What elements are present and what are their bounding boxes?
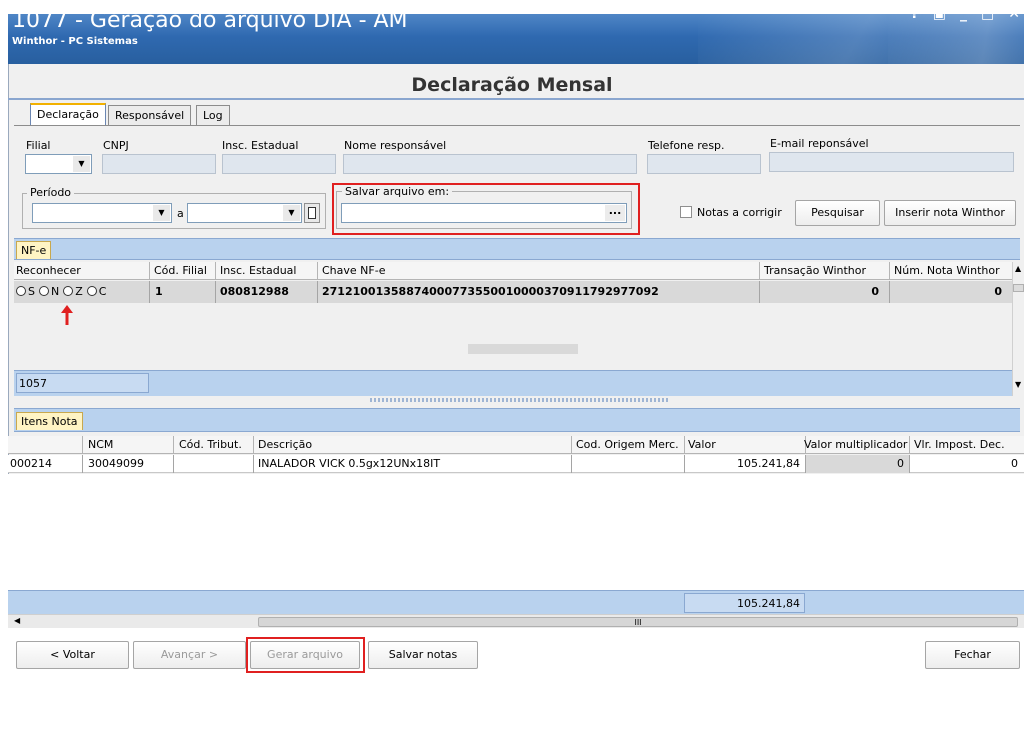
- tab-baseline: [14, 125, 1020, 126]
- table-row[interactable]: 000214 30049099 INALADOR VICK 0.5gx12UNx…: [8, 455, 1024, 473]
- email-field[interactable]: [769, 152, 1014, 172]
- restore-icon[interactable]: ▣: [933, 6, 946, 22]
- close-icon[interactable]: ✕: [1008, 6, 1020, 22]
- col-transacao[interactable]: Transação Winthor: [764, 264, 866, 277]
- filial-select[interactable]: ▼: [25, 154, 92, 174]
- insc-estadual-field[interactable]: [222, 154, 336, 174]
- chevron-down-icon[interactable]: ▼: [73, 156, 90, 172]
- col-cod-origem[interactable]: Cod. Origem Merc.: [576, 438, 679, 451]
- inserir-nota-button[interactable]: Inserir nota Winthor: [884, 200, 1016, 226]
- form-title: Declaração Mensal: [411, 74, 613, 96]
- nfe-count: 1057: [16, 373, 149, 393]
- nfe-footer: 1057: [14, 370, 1012, 396]
- cell-multiplicador: 0: [897, 457, 904, 470]
- salvar-notas-button[interactable]: Salvar notas: [368, 641, 478, 669]
- cnpj-field[interactable]: [102, 154, 216, 174]
- cell-cod-filial: 1: [155, 285, 163, 298]
- cell-chave-nfe: 2712100135887400077355001000037091179297…: [322, 285, 659, 298]
- itens-grid-header: NCM Cód. Tribut. Descrição Cod. Origem M…: [8, 436, 1024, 454]
- cell-num-nota: 0: [994, 285, 1002, 298]
- periodo-fim-select[interactable]: ▼: [187, 203, 302, 223]
- email-label: E-mail reponsável: [770, 137, 869, 150]
- tab-log[interactable]: Log: [196, 105, 230, 125]
- chevron-down-icon[interactable]: ▼: [153, 205, 170, 221]
- help-icon[interactable]: ?: [911, 6, 919, 22]
- itens-total: 105.241,84: [684, 593, 805, 613]
- splitter-handle[interactable]: [370, 398, 670, 402]
- notas-corrigir-checkbox[interactable]: [680, 206, 692, 218]
- cell-descricao: INALADOR VICK 0.5gx12UNx18IT: [258, 457, 441, 470]
- avancar-button[interactable]: Avançar >: [133, 641, 246, 669]
- calendar-icon[interactable]: [304, 203, 320, 223]
- pesquisar-button[interactable]: Pesquisar: [795, 200, 880, 226]
- periodo-label: Período: [27, 186, 75, 199]
- voltar-button[interactable]: < Voltar: [16, 641, 129, 669]
- telefone-field[interactable]: [647, 154, 761, 174]
- fechar-button[interactable]: Fechar: [925, 641, 1020, 669]
- telefone-label: Telefone resp.: [648, 139, 725, 152]
- periodo-inicio-select[interactable]: ▼: [32, 203, 172, 223]
- col-descricao[interactable]: Descrição: [258, 438, 312, 451]
- radio-s[interactable]: [16, 286, 26, 296]
- arrow-up-icon: [61, 305, 73, 325]
- reconhecer-radios[interactable]: SNZC: [16, 285, 106, 298]
- scroll-thumb[interactable]: [1013, 284, 1024, 292]
- itens-hscroll[interactable]: ◀ III: [8, 614, 1024, 628]
- col-chave-nfe[interactable]: Chave NF-e: [322, 264, 385, 277]
- filial-label: Filial: [26, 139, 51, 152]
- nome-responsavel-label: Nome responsável: [344, 139, 447, 152]
- radio-n[interactable]: [38, 286, 49, 296]
- nfe-grid-header: Reconhecer Cód. Filial Insc. Estadual Ch…: [14, 262, 1012, 280]
- maximize-icon[interactable]: □: [981, 6, 994, 22]
- salvar-highlight: [332, 183, 640, 235]
- cnpj-label: CNPJ: [103, 139, 129, 152]
- cell-item-code: 000214: [10, 457, 52, 470]
- minimize-icon[interactable]: _: [960, 6, 967, 22]
- nfe-vscroll[interactable]: ▲ ▼: [1012, 262, 1024, 396]
- window-subtitle: Winthor - PC Sistemas: [12, 36, 138, 47]
- scroll-down-icon[interactable]: ▼: [1015, 380, 1021, 389]
- col-valor[interactable]: Valor: [688, 438, 716, 451]
- gerar-arquivo-highlight: [246, 637, 365, 673]
- nome-responsavel-field[interactable]: [343, 154, 637, 174]
- cell-ncm: 30049099: [88, 457, 144, 470]
- cell-impost: 0: [1011, 457, 1018, 470]
- periodo-separator: a: [177, 207, 184, 220]
- tab-declaracao[interactable]: Declaração: [30, 103, 106, 125]
- tab-responsavel[interactable]: Responsável: [108, 105, 192, 125]
- col-insc-estadual[interactable]: Insc. Estadual: [220, 264, 296, 277]
- notas-corrigir-label: Notas a corrigir: [697, 206, 782, 219]
- window-controls: ? ▣ _ □ ✕: [911, 6, 1020, 22]
- col-reconhecer[interactable]: Reconhecer: [16, 264, 81, 277]
- scroll-left-icon[interactable]: ◀: [14, 616, 20, 625]
- hscroll-thumb[interactable]: III: [258, 617, 1018, 627]
- chevron-down-icon[interactable]: ▼: [283, 205, 300, 221]
- insc-estadual-label: Insc. Estadual: [222, 139, 299, 152]
- col-cod-filial[interactable]: Cód. Filial: [154, 264, 207, 277]
- cell-valor: 105.241,84: [737, 457, 800, 470]
- itens-panel-bar: [14, 408, 1020, 432]
- grid-placeholder-bar: [468, 344, 578, 354]
- itens-panel-tab[interactable]: Itens Nota: [16, 412, 83, 430]
- col-cod-tribut[interactable]: Cód. Tribut.: [179, 438, 242, 451]
- header-divider: [8, 98, 1024, 100]
- nfe-panel-bar: [14, 238, 1020, 260]
- window-title: 1077 - Geração do arquivo DIA - AM: [12, 8, 408, 33]
- col-vlr-impost[interactable]: Vlr. Impost. Dec.: [914, 438, 1005, 451]
- radio-c[interactable]: [86, 286, 97, 296]
- cell-transacao: 0: [871, 285, 879, 298]
- cell-insc-estadual: 080812988: [220, 285, 289, 298]
- scroll-up-icon[interactable]: ▲: [1015, 264, 1021, 273]
- col-ncm[interactable]: NCM: [88, 438, 113, 451]
- nfe-panel-tab[interactable]: NF-e: [16, 241, 52, 259]
- col-num-nota[interactable]: Núm. Nota Winthor: [894, 264, 1000, 277]
- radio-z[interactable]: [63, 286, 74, 296]
- col-valor-multiplicador[interactable]: Valor multiplicador: [804, 438, 907, 451]
- itens-footer: 105.241,84: [8, 590, 1024, 616]
- table-row[interactable]: SNZC 1 080812988 27121001358874000773550…: [14, 281, 1012, 303]
